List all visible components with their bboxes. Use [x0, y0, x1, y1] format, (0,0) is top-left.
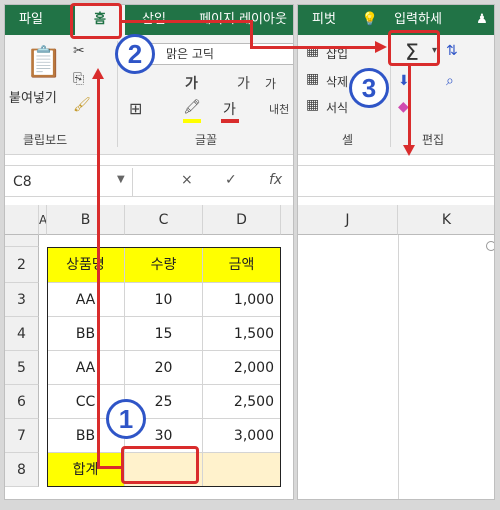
arrow-line-1 — [97, 78, 100, 468]
row-header-4[interactable]: 4 — [5, 317, 39, 351]
delete-cells-icon[interactable]: ▦ — [306, 71, 319, 87]
row-header-7[interactable]: 7 — [5, 419, 39, 453]
fx-icon[interactable]: fx — [269, 172, 282, 188]
fill-color-icon[interactable]: 🖍 — [183, 99, 201, 115]
clipboard-group-label: 클립보드 — [23, 133, 68, 147]
paste-label[interactable]: 붙여넣기 — [9, 87, 57, 106]
border-icon[interactable]: ⊞ — [129, 99, 142, 118]
step-badge-2: 2 — [115, 34, 155, 74]
sort-filter-icon[interactable]: ⇅ — [446, 43, 458, 59]
name-box-dropdown-icon[interactable]: ▼ — [117, 174, 125, 185]
step-badge-3: 3 — [349, 68, 389, 108]
copy-icon[interactable]: ⎘ — [73, 71, 84, 87]
font-bigger-button[interactable]: 가 — [237, 73, 250, 93]
arrowhead-down — [403, 145, 415, 156]
col-header-a[interactable]: A — [39, 205, 47, 235]
highlight-cell-c8 — [121, 446, 199, 484]
resize-handle[interactable] — [486, 241, 494, 251]
font-color-button[interactable]: 가 — [223, 99, 236, 119]
highlight-home-tab — [70, 3, 122, 39]
find-select-icon[interactable]: ⌕ — [446, 73, 454, 89]
arrow-line-1-base — [97, 466, 123, 469]
cancel-icon[interactable]: × — [181, 172, 193, 188]
fill-color-swatch — [183, 119, 201, 123]
arrow-line-2c — [250, 46, 376, 49]
col-header-d[interactable]: D — [203, 205, 281, 235]
row-header-5[interactable]: 5 — [5, 351, 39, 385]
cut-icon[interactable]: ✂ — [73, 43, 85, 59]
highlight-autosum — [388, 30, 440, 66]
format-cells-label[interactable]: 서식 — [326, 99, 348, 116]
excel-window-left: 파일 홈 삽입 페이지 레이아웃 📋 붙여넣기 ✂ ⎘ 🖌 클립보드 맑은 고딕… — [4, 4, 294, 500]
step-badge-1: 1 — [106, 399, 146, 439]
wrap-text-button[interactable]: 내천 — [269, 101, 289, 117]
col-header-b[interactable]: B — [47, 205, 125, 235]
enter-icon[interactable]: ✓ — [225, 172, 237, 188]
arrow-line-2b — [250, 20, 253, 48]
col-header-c[interactable]: C — [125, 205, 203, 235]
row-header-6[interactable]: 6 — [5, 385, 39, 419]
bold-button[interactable]: 가 — [185, 73, 198, 93]
font-group-label: 글꼴 — [195, 133, 218, 147]
format-cells-icon[interactable]: ▦ — [306, 97, 319, 113]
paste-icon[interactable]: 📋 — [25, 45, 62, 80]
select-all-corner[interactable] — [5, 205, 39, 235]
row-header-8[interactable]: 8 — [5, 453, 39, 487]
excel-window-right: 피벗 💡 입력하세 ♟ ▦ 삽입 ▦ 삭제 ▦ 서식 셀 Σ ▾ ⇅ ⬇ ⌕ ◆… — [297, 4, 495, 500]
tab-pivot[interactable]: 피벗 — [304, 5, 344, 35]
formula-bar-right — [298, 165, 494, 197]
font-color-swatch — [221, 119, 239, 123]
name-box[interactable]: C8 — [5, 168, 133, 196]
format-painter-icon[interactable]: 🖌 — [73, 97, 91, 113]
row-header-3[interactable]: 3 — [5, 283, 39, 317]
arrow-line-2a — [120, 20, 252, 23]
col-header-j[interactable]: J — [298, 205, 398, 235]
cells-group-label: 셀 — [342, 133, 354, 147]
lightbulb-icon[interactable]: 💡 — [360, 5, 380, 35]
edit-group-label: 편집 — [422, 133, 445, 147]
arrowhead-up — [92, 68, 104, 79]
arrow-line-3 — [408, 66, 411, 146]
delete-cells-label[interactable]: 삭제 — [326, 73, 348, 90]
tab-file[interactable]: 파일 — [9, 5, 53, 35]
user-icon[interactable]: ♟ — [470, 5, 494, 35]
font-smaller-button[interactable]: 가 — [265, 75, 276, 92]
worksheet-grid-right: J K — [298, 205, 494, 499]
row-header-2[interactable]: 2 — [5, 247, 39, 283]
gridline — [398, 235, 399, 499]
arrowhead-right — [375, 41, 387, 53]
row-header-1[interactable] — [5, 235, 39, 247]
formula-bar: C8 ▼ × ✓ fx — [5, 165, 293, 197]
col-header-k[interactable]: K — [398, 205, 494, 235]
col-header-e[interactable] — [281, 205, 293, 235]
